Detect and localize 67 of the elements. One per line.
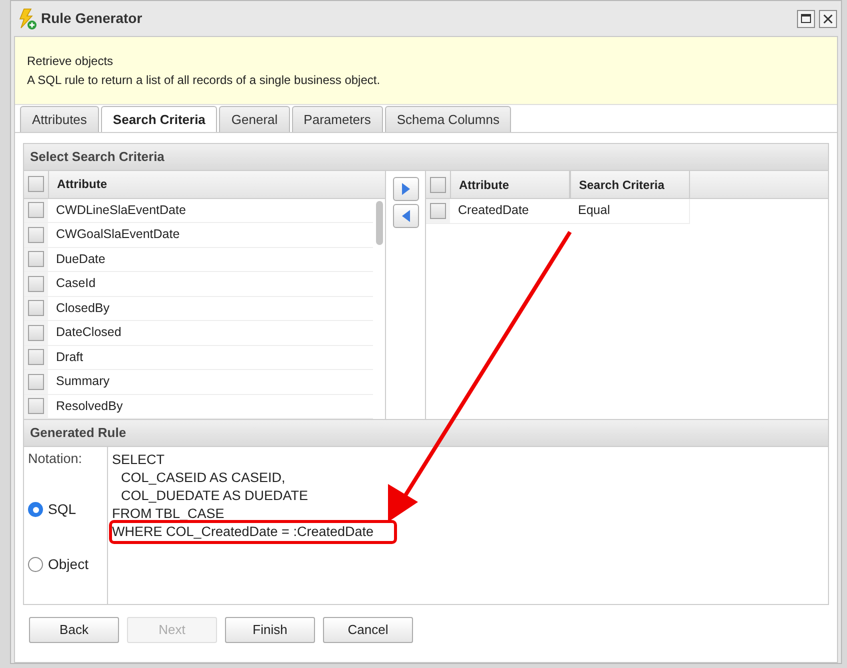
table-cell-text: DateClosed (55, 324, 122, 342)
tab[interactable]: Parameters (292, 106, 383, 132)
grid-row[interactable]: DateClosed (24, 321, 373, 346)
checkbox[interactable] (28, 251, 44, 268)
tab[interactable]: Search Criteria (100, 106, 218, 132)
tab[interactable]: Schema Columns (384, 106, 512, 132)
checkbox[interactable] (430, 176, 446, 192)
table-cell-text: ResolvedBy (55, 398, 123, 415)
banner-description: A SQL rule to return a list of all records of a single business object. (27, 72, 382, 89)
table-cell-text: CWGoalSlaEventDate (55, 226, 180, 244)
code-line: WHERE COL_CreatedDate = :CreatedDate (112, 523, 374, 541)
code-line: COL_CASEID AS CASEID, (120, 469, 286, 487)
grid-row[interactable]: DueDate (24, 248, 373, 272)
grid-row[interactable]: CWGoalSlaEventDate (24, 223, 373, 248)
table-cell-text: Summary (55, 373, 110, 390)
dialog-button[interactable]: Finish (225, 617, 315, 643)
tab[interactable]: General (219, 106, 290, 132)
tab[interactable]: Attributes (20, 106, 99, 132)
play-icon (402, 183, 410, 195)
radio-button[interactable] (28, 557, 43, 572)
dialog-button[interactable]: Cancel (323, 617, 413, 643)
table-cell-text: CWDLineSlaEventDate (55, 202, 186, 219)
table-cell-text: Draft (55, 348, 84, 366)
table-cell-text: Equal (577, 202, 610, 220)
checkbox[interactable] (28, 349, 44, 366)
banner-heading: Retrieve objects (27, 53, 114, 70)
checkbox[interactable] (28, 176, 44, 192)
grid-row[interactable]: ClosedBy (24, 296, 373, 321)
close-button[interactable] (819, 10, 837, 28)
notation-label: Notation: (28, 450, 84, 468)
checkbox[interactable] (430, 202, 446, 219)
table-cell-text: CreatedDate (457, 202, 530, 220)
grid-row[interactable]: Summary (24, 370, 373, 394)
column-header[interactable]: Attribute (450, 171, 570, 198)
table-cell-text: ClosedBy (55, 300, 110, 317)
grid-row[interactable]: CWDLineSlaEventDate (24, 198, 373, 223)
checkbox[interactable] (28, 324, 44, 341)
column-header[interactable]: Attribute (48, 171, 385, 198)
checkbox[interactable] (28, 398, 44, 414)
checkbox[interactable] (28, 374, 44, 390)
move-right-button[interactable] (392, 177, 418, 201)
code-line: COL_DUEDATE AS DUEDATE (120, 487, 308, 505)
dialog-button[interactable]: Back (29, 617, 119, 643)
table-cell-text: DueDate (55, 250, 106, 268)
code-line: SELECT (112, 451, 165, 469)
window-title: Rule Generator (41, 9, 142, 28)
checkbox[interactable] (28, 226, 44, 243)
checkbox[interactable] (28, 300, 44, 316)
grid-row[interactable]: CaseId (24, 272, 373, 296)
code-line: FROM TBL_CASE (112, 505, 224, 523)
move-left-button[interactable] (392, 204, 418, 228)
close-icon (823, 14, 833, 24)
panel-title: Select Search Criteria (30, 148, 164, 166)
reverse-icon (402, 210, 410, 222)
panel-title: Generated Rule (30, 424, 126, 442)
maximize-icon (801, 14, 811, 23)
column-header[interactable]: Search Criteria (570, 171, 690, 198)
radio-button[interactable] (28, 502, 43, 518)
table-cell-text: CaseId (55, 275, 96, 292)
grid-row[interactable]: Draft (24, 346, 373, 370)
radio-option[interactable]: SQL (28, 499, 107, 520)
radio-option[interactable]: Object (28, 554, 107, 576)
checkbox[interactable] (28, 276, 44, 292)
grid-row[interactable]: CreatedDate Equal (426, 199, 690, 224)
maximize-button[interactable] (797, 10, 815, 28)
rule-text-area[interactable]: SELECT COL_CASEID AS CASEID, COL_DUEDATE AS DUEDATE FROM TBL_CASE WHERE COL_CreatedDate = :CreatedDate (108, 447, 828, 604)
checkbox[interactable] (28, 202, 44, 218)
